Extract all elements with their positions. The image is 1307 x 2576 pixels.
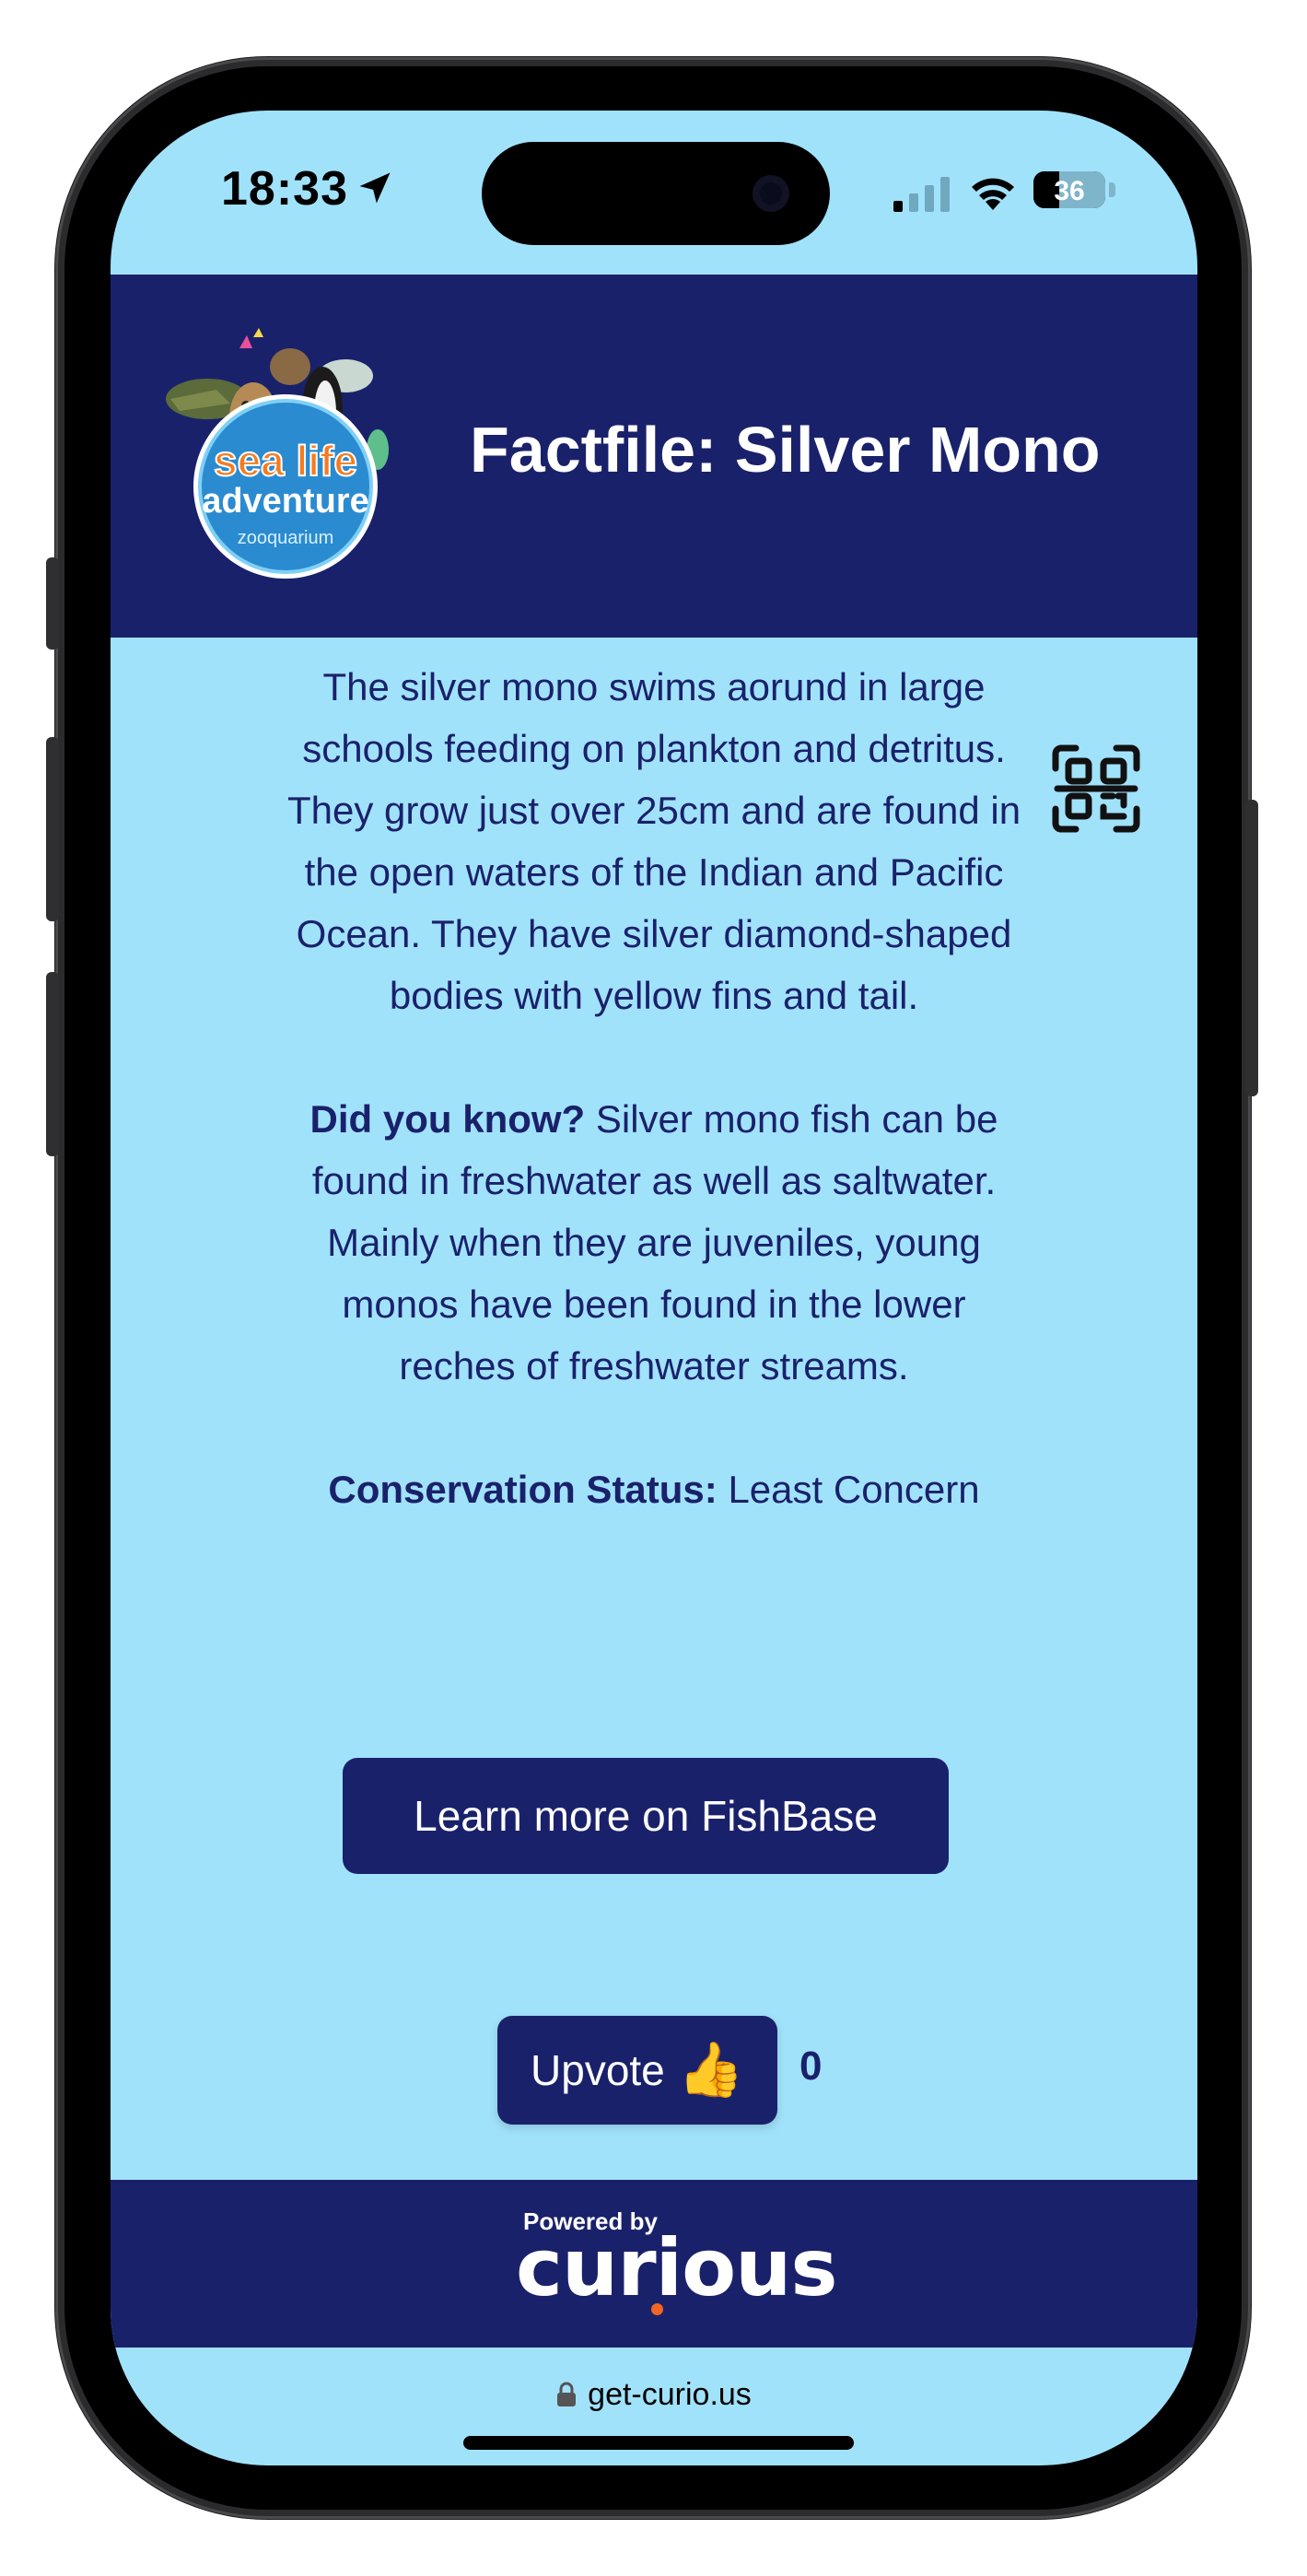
- factfile-content: The silver mono swims aorund in large sc…: [281, 656, 1027, 1582]
- dynamic-island: [482, 142, 830, 245]
- lock-icon: [557, 2382, 577, 2406]
- cellular-signal-icon: [893, 177, 950, 212]
- powered-by-footer[interactable]: Powered by curious: [111, 2180, 1197, 2348]
- url-text: get-curio.us: [588, 2377, 752, 2412]
- volume-down-button: [46, 972, 59, 1156]
- did-you-know-paragraph: Did you know? Silver mono fish can be fo…: [281, 1088, 1027, 1397]
- battery-cap: [1109, 182, 1115, 197]
- logo-text-sealife: sea life: [214, 437, 357, 485]
- conservation-paragraph: Conservation Status: Least Concern: [281, 1458, 1027, 1520]
- logo-text-adventure: adventure: [202, 482, 369, 521]
- screen: 18:33 36 sea life adventure zooquarium F…: [111, 111, 1197, 2465]
- upvote-button[interactable]: Upvote 👍: [497, 2016, 777, 2125]
- thumbs-up-icon: 👍: [677, 2040, 744, 2100]
- address-bar[interactable]: get-curio.us: [111, 2377, 1197, 2413]
- curious-logo: curious: [516, 2222, 838, 2314]
- camera-dot: [753, 175, 789, 212]
- curious-logo-dot: [651, 2303, 663, 2315]
- home-indicator[interactable]: [463, 2436, 854, 2450]
- learn-more-fishbase-button[interactable]: Learn more on FishBase: [343, 1758, 949, 1874]
- battery-level: 36: [1054, 176, 1085, 206]
- volume-up-button: [46, 737, 59, 921]
- power-button: [1245, 800, 1258, 1096]
- logo-text-zooquarium: zooquarium: [238, 528, 334, 548]
- did-you-know-text: Silver mono fish can be found in freshwa…: [311, 1097, 998, 1388]
- status-time: 18:33: [221, 162, 348, 216]
- page-title: Factfile: Silver Mono: [470, 414, 1101, 486]
- species-description: The silver mono swims aorund in large sc…: [286, 665, 1021, 1017]
- conservation-label: Conservation Status:: [328, 1468, 718, 1511]
- upvote-label: Upvote: [531, 2046, 665, 2094]
- wifi-icon: [972, 178, 1014, 210]
- status-bar: 18:33 36: [111, 111, 1197, 275]
- sealife-adventure-logo[interactable]: sea life adventure zooquarium: [152, 311, 419, 579]
- action-button: [46, 557, 59, 650]
- upvote-count: 0: [799, 2043, 823, 2089]
- battery-icon: 36: [1033, 171, 1105, 208]
- did-you-know-label: Did you know?: [309, 1097, 586, 1141]
- location-arrow-icon: [359, 172, 391, 204]
- qr-code-icon[interactable]: [1050, 743, 1142, 835]
- site-header: sea life adventure zooquarium Factfile: …: [111, 275, 1197, 638]
- conservation-value: Least Concern: [728, 1468, 980, 1511]
